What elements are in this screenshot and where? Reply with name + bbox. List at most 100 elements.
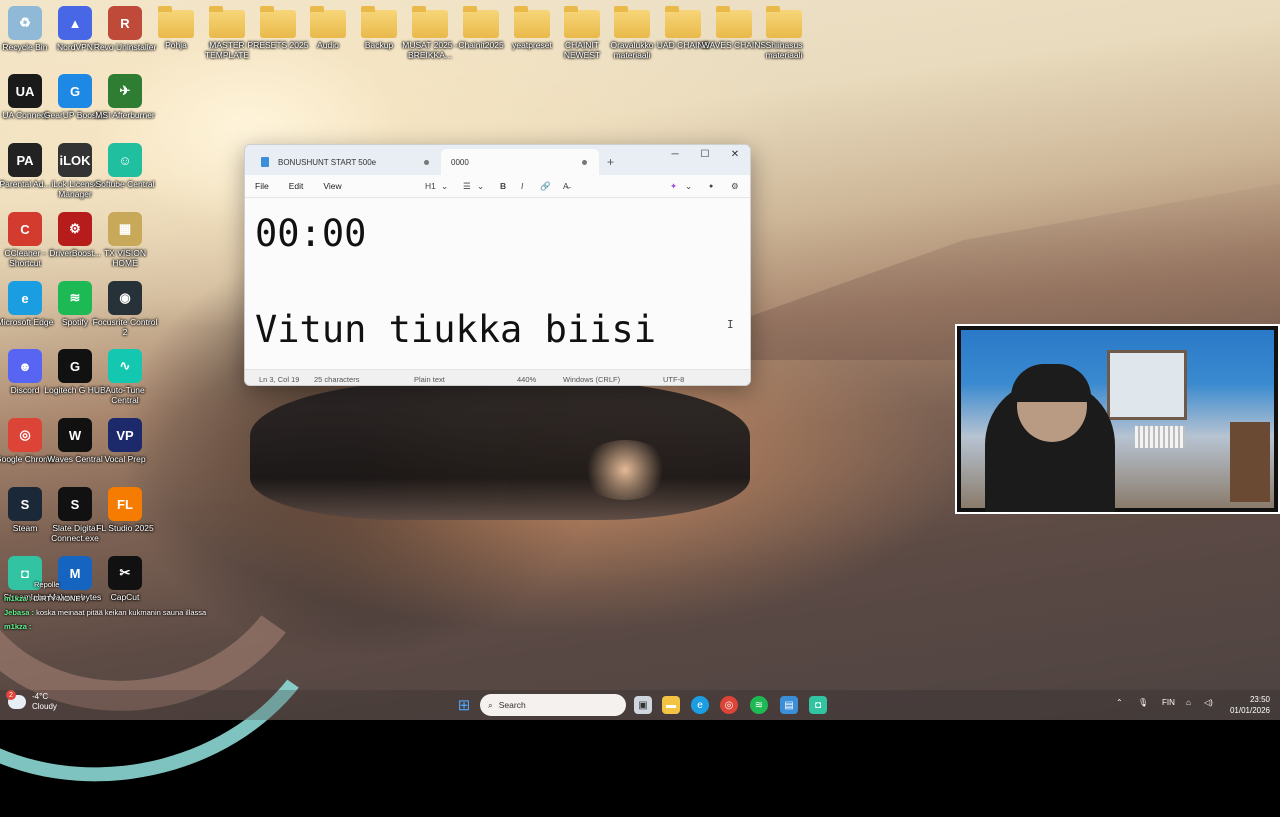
nordvpn-icon: ▲ bbox=[58, 6, 92, 40]
chat-message: m1kza : bbox=[4, 622, 32, 631]
search-box[interactable]: ⌕ Search bbox=[480, 694, 626, 716]
folder-icon bbox=[766, 6, 802, 38]
date: 01/01/2026 bbox=[1229, 706, 1270, 715]
folder-icon bbox=[665, 6, 701, 38]
chat-message: m1kza : DIRTY MONEY bbox=[4, 594, 86, 603]
minimize-button[interactable]: ─ bbox=[660, 145, 690, 163]
softube-central-icon: ☺ bbox=[108, 143, 142, 177]
folder-icon bbox=[158, 6, 194, 38]
folder-icon bbox=[564, 6, 600, 38]
weather-temp: -4°C bbox=[32, 692, 49, 701]
bold-button[interactable]: B bbox=[500, 175, 506, 197]
line-ending: Windows (CRLF) bbox=[563, 375, 621, 384]
wallpaper-car bbox=[250, 380, 750, 520]
italic-button[interactable]: I bbox=[521, 175, 523, 197]
desktop-icon-label: Auto-Tune Central bbox=[105, 385, 145, 405]
chevron-down-icon: ⌄ bbox=[685, 180, 693, 191]
account-icon[interactable]: ● bbox=[709, 175, 713, 197]
desktop-icon-auto-tune-central[interactable]: ∿ Auto-Tune Central bbox=[92, 349, 158, 405]
webcam-overlay bbox=[955, 324, 1280, 514]
ccleaner-shortcut-icon: C bbox=[8, 212, 42, 246]
unsaved-dot-icon bbox=[582, 159, 587, 165]
desktop-icon-tx-vision-home[interactable]: ▦ TX VISION HOME bbox=[92, 212, 158, 268]
chat-message: Jebasa : koska meinaat pitää keikan kukm… bbox=[4, 608, 207, 617]
ua-connect-icon: UA bbox=[8, 74, 42, 108]
clear-formatting-icon[interactable]: A̶ bbox=[563, 175, 569, 197]
desktop-icon-shiinasus-materiaali[interactable]: Shiinasus materiaali bbox=[751, 6, 817, 60]
new-tab-button[interactable]: + bbox=[607, 155, 614, 169]
language-indicator[interactable]: FIN bbox=[1162, 698, 1175, 707]
weather-condition: Cloudy bbox=[32, 702, 57, 711]
desktop-icon-label: Softube Central bbox=[95, 179, 155, 189]
desktop-icon-label: Shiinasus materiaali bbox=[765, 40, 803, 60]
stream-chat: Repolle m1kza : DIRTY MONEY Jebasa : kos… bbox=[4, 578, 206, 634]
microsoft-edge-icon: e bbox=[8, 281, 42, 315]
microphone-icon[interactable]: 🎙 bbox=[1138, 698, 1148, 707]
discord-icon: ☻ bbox=[8, 349, 42, 383]
text-line-3: Vitun tiukka biisi bbox=[255, 308, 656, 351]
menu-view[interactable]: View bbox=[323, 181, 341, 191]
revo-uninstaller-icon: R bbox=[108, 6, 142, 40]
waves-central-icon: W bbox=[58, 418, 92, 452]
slate-digital-connect-exe-icon: S bbox=[58, 487, 92, 521]
desktop-icon-msi-afterburner[interactable]: ✈ MSI Afterburner bbox=[92, 74, 158, 120]
character-count: 25 characters bbox=[314, 375, 360, 384]
notepad-window[interactable]: BONUSHUNT START 500e 0000 + ─ ☐ ✕ File E… bbox=[244, 144, 751, 386]
folder-icon bbox=[260, 6, 296, 38]
desktop-icon-softube-central[interactable]: ☺ Softube Central bbox=[92, 143, 158, 189]
folder-icon bbox=[614, 6, 650, 38]
menu-edit[interactable]: Edit bbox=[289, 181, 304, 191]
tab-label: 0000 bbox=[451, 157, 469, 167]
unsaved-dot-icon bbox=[424, 159, 429, 165]
gear-icon[interactable]: ⚙ bbox=[731, 175, 739, 197]
edge-icon[interactable]: e bbox=[691, 696, 709, 714]
vocal-prep-icon: VP bbox=[108, 418, 142, 452]
close-button[interactable]: ✕ bbox=[720, 145, 750, 163]
heading-button[interactable]: H1 bbox=[425, 175, 436, 197]
desktop-icon-focusrite-control-2[interactable]: ◉ Focusrite Control 2 bbox=[92, 281, 158, 337]
volume-icon[interactable]: ◁) bbox=[1204, 698, 1213, 707]
menu-file[interactable]: File bbox=[255, 181, 269, 191]
tab-label: BONUSHUNT START 500e bbox=[278, 157, 377, 167]
parental-ad-icon: PA bbox=[8, 143, 42, 177]
text-editor[interactable]: 00:00 Vitun tiukka biisi I bbox=[245, 197, 750, 369]
folder-icon bbox=[310, 6, 346, 38]
maximize-button[interactable]: ☐ bbox=[690, 145, 720, 163]
weather-widget[interactable]: 2 -4°C Cloudy bbox=[6, 690, 57, 712]
link-icon[interactable]: 🔗 bbox=[540, 175, 551, 197]
fl-studio-2025-icon: FL bbox=[108, 487, 142, 521]
spotify-icon[interactable]: ≋ bbox=[750, 696, 768, 714]
folder-icon bbox=[514, 6, 550, 38]
list-icon[interactable]: ☰ bbox=[463, 175, 471, 197]
desktop-icon-label: Vocal Prep bbox=[104, 454, 146, 464]
tab-0000[interactable]: 0000 bbox=[441, 149, 599, 175]
search-placeholder: Search bbox=[498, 700, 526, 710]
notepad-taskbar-icon[interactable]: ▤ bbox=[780, 696, 798, 714]
file-explorer-icon[interactable]: ▬ bbox=[662, 696, 680, 714]
chrome-icon[interactable]: ◎ bbox=[720, 696, 738, 714]
search-icon: ⌕ bbox=[488, 699, 493, 710]
task-view-icon[interactable]: ▣ bbox=[634, 696, 652, 714]
desktop-icon-fl-studio-2025[interactable]: FL FL Studio 2025 bbox=[92, 487, 158, 533]
auto-tune-central-icon: ∿ bbox=[108, 349, 142, 383]
desktop-icon-vocal-prep[interactable]: VP Vocal Prep bbox=[92, 418, 158, 464]
document-icon bbox=[261, 157, 269, 167]
streamlabs-icon[interactable]: ◘ bbox=[809, 696, 827, 714]
msi-afterburner-icon: ✈ bbox=[108, 74, 142, 108]
desktop-icon-label: FL Studio 2025 bbox=[96, 523, 154, 533]
focusrite-control-2-icon: ◉ bbox=[108, 281, 142, 315]
steam-icon: S bbox=[8, 487, 42, 521]
chevron-up-icon[interactable]: ⌃ bbox=[1116, 698, 1123, 707]
text-line-1: 00:00 bbox=[255, 212, 367, 255]
tab-strip: BONUSHUNT START 500e 0000 + ─ ☐ ✕ bbox=[245, 145, 750, 175]
clock[interactable]: 23:50 01/01/2026 bbox=[1230, 694, 1270, 716]
folder-icon bbox=[463, 6, 499, 38]
tab-bonushunt[interactable]: BONUSHUNT START 500e bbox=[251, 149, 441, 175]
folder-icon bbox=[361, 6, 397, 38]
status-bar: Ln 3, Col 19 25 characters Plain text 44… bbox=[245, 369, 750, 385]
start-button[interactable]: ⊞ bbox=[455, 696, 473, 714]
zoom-level[interactable]: 440% bbox=[517, 375, 536, 384]
copilot-icon[interactable]: ✦ bbox=[670, 175, 677, 197]
text-cursor-icon: I bbox=[727, 318, 734, 331]
network-icon[interactable]: ⌂ bbox=[1186, 698, 1191, 707]
